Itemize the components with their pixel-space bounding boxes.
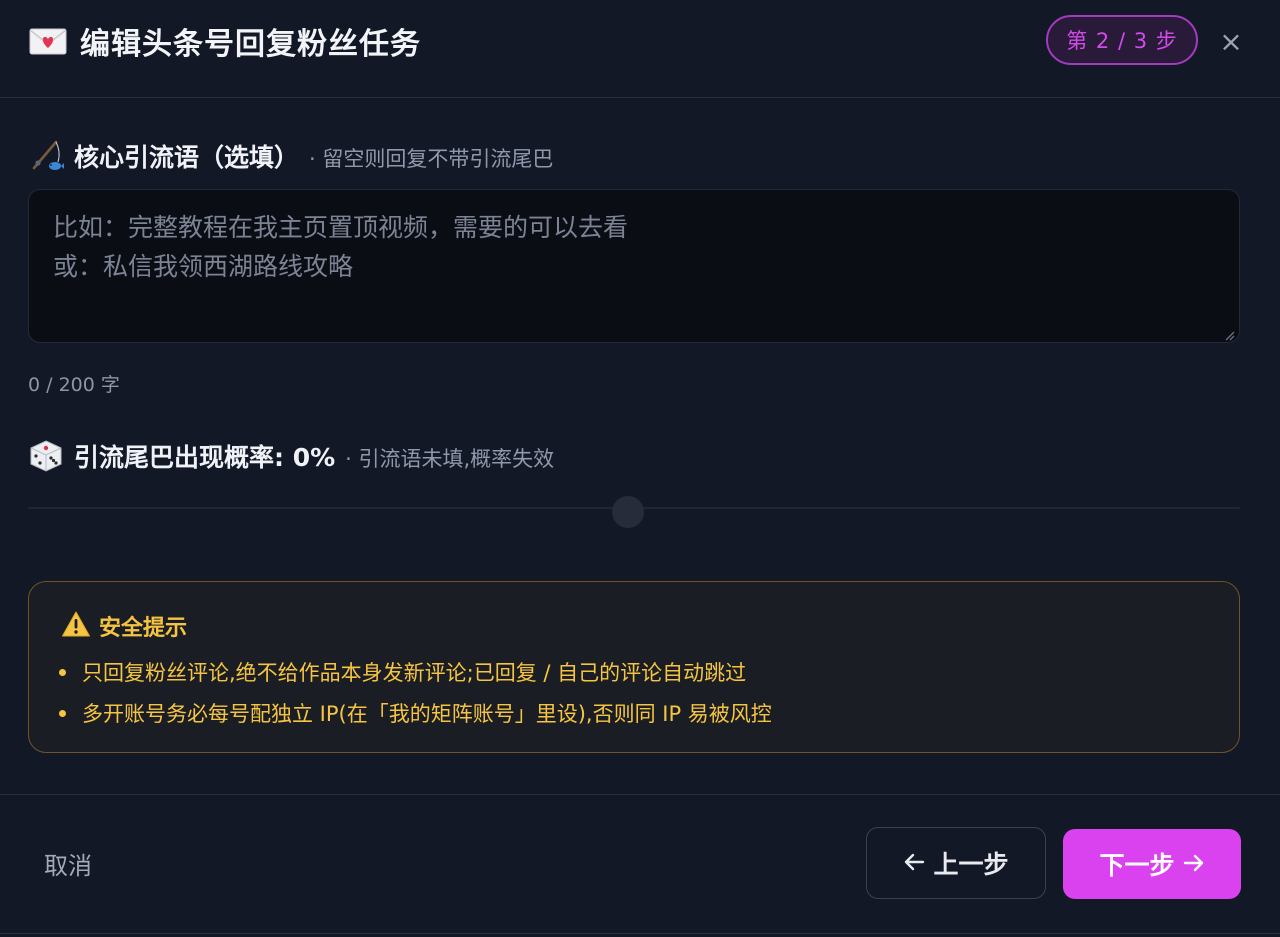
step-indicator-badge: 第 2 / 3 步 [1046,15,1198,65]
safety-tip-item: 多开账号务必每号配独立 IP(在「我的矩阵账号」里设),否则同 IP 易被风控 [59,698,772,728]
safety-tips-title: 安全提示 [99,616,188,641]
lead-phrase-label: 核心引流语（选填） [74,143,300,172]
lead-phrase-textarea[interactable]: 比如：完整教程在我主页置顶视频，需要的可以去看 或：私信我领西湖路线攻略 [28,189,1240,343]
probability-hint: · 引流语未填,概率失效 [345,447,555,471]
probability-slider-thumb[interactable] [612,496,644,528]
next-step-button[interactable]: 下一步 [1063,829,1241,899]
bullet-icon [59,668,66,676]
lead-phrase-heading: 核心引流语（选填） · 留空则回复不带引流尾巴 [28,138,553,174]
previous-step-button[interactable]: 上一步 [866,827,1046,899]
safety-tip-text: 多开账号务必每号配独立 IP(在「我的矩阵账号」里设),否则同 IP 易被风控 [82,702,772,726]
footer-divider [0,794,1280,795]
next-step-label: 下一步 [1099,851,1175,880]
character-counter: 0 / 200 字 [28,374,120,396]
modal-header: 编辑头条号回复粉丝任务 第 2 / 3 步 × [0,0,1280,98]
bullet-icon [59,709,66,717]
close-button[interactable]: × [1212,22,1250,60]
modal-title-row: 编辑头条号回复粉丝任务 [28,20,421,62]
placeholder-line-2: 或：私信我领西湖路线攻略 [53,252,354,281]
fishing-pole-icon [28,138,64,174]
cancel-button[interactable]: 取消 [44,846,92,881]
probability-heading: 引流尾巴出现概率: 0% · 引流语未填,概率失效 [28,438,554,474]
safety-tips-heading: 安全提示 [61,610,187,642]
dice-icon [28,438,64,474]
warning-icon [61,610,91,642]
close-icon: × [1219,24,1243,58]
safety-tips-panel: 安全提示 只回复粉丝评论,绝不给作品本身发新评论;已回复 / 自己的评论自动跳过… [28,581,1240,753]
edit-task-modal: 编辑头条号回复粉丝任务 第 2 / 3 步 × 核心引流语（选填） · 留空则回… [0,0,1280,934]
previous-step-label: 上一步 [933,850,1009,879]
arrow-left-icon [903,849,925,878]
love-letter-icon [28,21,68,61]
safety-tip-text: 只回复粉丝评论,绝不给作品本身发新评论;已回复 / 自己的评论自动跳过 [82,661,747,685]
probability-label: 引流尾巴出现概率: 0% [74,443,336,472]
arrow-right-icon [1183,850,1205,879]
modal-title: 编辑头条号回复粉丝任务 [80,27,421,62]
safety-tip-item: 只回复粉丝评论,绝不给作品本身发新评论;已回复 / 自己的评论自动跳过 [59,657,746,687]
lead-phrase-hint: · 留空则回复不带引流尾巴 [309,147,554,171]
placeholder-line-1: 比如：完整教程在我主页置顶视频，需要的可以去看 [53,213,629,242]
resize-handle-icon[interactable] [1223,326,1235,341]
